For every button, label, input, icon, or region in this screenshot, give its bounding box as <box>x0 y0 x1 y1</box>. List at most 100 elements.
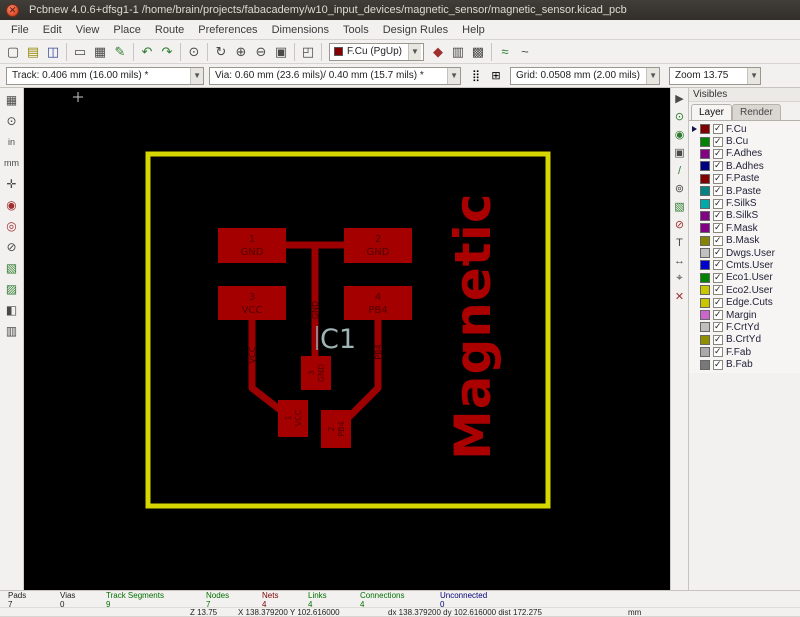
layer-color-swatch[interactable] <box>700 297 710 308</box>
layer-row-fcu[interactable]: F.Cu <box>691 123 800 135</box>
layer-color-swatch[interactable] <box>700 136 710 147</box>
zoom-dropdown[interactable]: Zoom 13.75 ▼ <box>669 66 761 85</box>
layer-row-fsilks[interactable]: F.SilkS <box>691 197 800 209</box>
close-button-icon[interactable]: ✕ <box>6 3 19 17</box>
menu-tools[interactable]: Tools <box>336 22 376 38</box>
layer-row-badhes[interactable]: B.Adhes <box>691 160 800 172</box>
layer-row-cmtsuser[interactable]: Cmts.User <box>691 259 800 271</box>
layer-visibility-checkbox[interactable] <box>713 173 723 184</box>
layer-visibility-checkbox[interactable] <box>713 160 723 172</box>
layer-visibility-checkbox[interactable] <box>713 222 723 234</box>
via-size-dropdown[interactable]: Via: 0.60 mm (23.6 mils)/ 0.40 mm (15.7 … <box>209 66 461 85</box>
route-track-icon[interactable]: / <box>671 162 688 179</box>
track-width-dropdown[interactable]: Track: 0.406 mm (16.00 mils) * ▼ <box>6 66 204 85</box>
print-icon[interactable]: ▦ <box>90 42 110 62</box>
show-zones-icon[interactable]: ▧ <box>2 258 22 278</box>
layer-visibility-checkbox[interactable] <box>713 259 723 271</box>
save-board-icon[interactable]: ◫ <box>43 42 63 62</box>
layer-visibility-checkbox[interactable] <box>713 309 723 321</box>
polar-coords-icon[interactable]: ⊙ <box>2 111 22 131</box>
pad-bottom-2-pb4[interactable] <box>321 410 351 448</box>
high-contrast-icon[interactable]: ◧ <box>2 300 22 320</box>
grid-axes-icon[interactable]: ⊞ <box>486 66 506 86</box>
grid-size-dropdown[interactable]: Grid: 0.0508 mm (2.00 mils) ▼ <box>510 66 660 85</box>
layer-row-bfab[interactable]: B.Fab <box>691 358 800 370</box>
layer-row-fmask[interactable]: F.Mask <box>691 222 800 234</box>
zones-outline-icon[interactable]: ▨ <box>2 279 22 299</box>
layer-row-edgecuts[interactable]: Edge.Cuts <box>691 296 800 308</box>
component-reference-text[interactable]: C1 <box>320 324 356 355</box>
layer-visibility-checkbox[interactable] <box>713 272 723 283</box>
units-mm-icon[interactable]: mm <box>2 153 22 173</box>
layer-visibility-checkbox[interactable] <box>713 284 723 296</box>
layer-color-swatch[interactable] <box>700 198 710 209</box>
add-keepout-icon[interactable]: ⊘ <box>671 216 688 233</box>
layer-color-swatch[interactable] <box>700 322 710 333</box>
layer-color-swatch[interactable] <box>700 186 710 197</box>
track-mode-icon[interactable]: ≈ <box>495 42 515 62</box>
layer-row-bcu[interactable]: B.Cu <box>691 135 800 147</box>
layer-row-bcrtyd[interactable]: B.CrtYd <box>691 334 800 346</box>
units-inch-icon[interactable]: in <box>2 132 22 152</box>
layer-color-swatch[interactable] <box>700 210 710 221</box>
add-via-icon[interactable]: ⊚ <box>671 180 688 197</box>
pad-bottom-1-vcc[interactable] <box>278 400 308 437</box>
menu-dimensions[interactable]: Dimensions <box>265 22 336 38</box>
zoom-in-icon[interactable]: ⊕ <box>231 42 251 62</box>
layer-row-ffab[interactable]: F.Fab <box>691 346 800 358</box>
menu-file[interactable]: File <box>4 22 36 38</box>
copper-traces[interactable] <box>248 241 382 428</box>
zoom-fit-icon[interactable]: ▣ <box>271 42 291 62</box>
layer-color-swatch[interactable] <box>700 248 710 259</box>
ratsnest-icon[interactable]: ◉ <box>2 195 22 215</box>
menu-help[interactable]: Help <box>455 22 492 38</box>
pad-center-3-gnd[interactable] <box>301 356 331 390</box>
footprint-editor-icon[interactable]: ◰ <box>298 42 318 62</box>
tab-render[interactable]: Render <box>732 104 781 120</box>
layer-row-fcrtyd[interactable]: F.CrtYd <box>691 321 800 333</box>
layer-row-bmask[interactable]: B.Mask <box>691 235 800 247</box>
menu-route[interactable]: Route <box>148 22 191 38</box>
new-board-icon[interactable]: ▢ <box>3 42 23 62</box>
layer-color-swatch[interactable] <box>700 148 710 159</box>
layer-row-bsilks[interactable]: B.SilkS <box>691 210 800 222</box>
menu-design-rules[interactable]: Design Rules <box>376 22 455 38</box>
module-mode-icon[interactable]: ▩ <box>468 42 488 62</box>
tab-layer[interactable]: Layer <box>691 104 733 120</box>
trace-pb4[interactable] <box>338 299 382 428</box>
layer-row-fadhes[interactable]: F.Adhes <box>691 148 800 160</box>
layers-manager-icon[interactable]: ▥ <box>448 42 468 62</box>
menu-edit[interactable]: Edit <box>36 22 69 38</box>
layer-row-margin[interactable]: Margin <box>691 309 800 321</box>
layer-visibility-checkbox[interactable] <box>713 359 723 370</box>
grid-visibility-icon[interactable]: ▦ <box>2 90 22 110</box>
redo-icon[interactable]: ↷ <box>157 42 177 62</box>
layer-color-swatch[interactable] <box>700 124 710 135</box>
zoom-out-icon[interactable]: ⊖ <box>251 42 271 62</box>
layer-selector-dropdown[interactable]: F.Cu (PgUp) ▼ <box>329 42 424 61</box>
layer-visibility-checkbox[interactable] <box>713 346 723 358</box>
layer-color-swatch[interactable] <box>700 161 710 172</box>
add-footprint-icon[interactable]: ▣ <box>671 144 688 161</box>
microwave-icon[interactable]: ~ <box>515 42 535 62</box>
find-icon[interactable]: ⊙ <box>184 42 204 62</box>
layer-visibility-checkbox[interactable] <box>713 297 723 308</box>
add-dimension-icon[interactable]: ↔ <box>671 252 688 269</box>
delete-item-icon[interactable]: ✕ <box>671 288 688 305</box>
menu-preferences[interactable]: Preferences <box>191 22 264 38</box>
drc-icon[interactable]: ◆ <box>428 42 448 62</box>
plot-icon[interactable]: ✎ <box>110 42 130 62</box>
grid-dots-icon[interactable]: ⣿ <box>466 66 486 86</box>
add-text-icon[interactable]: T <box>671 234 688 251</box>
layer-color-swatch[interactable] <box>700 359 710 370</box>
menu-view[interactable]: View <box>69 22 107 38</box>
zoom-redraw-icon[interactable]: ↻ <box>211 42 231 62</box>
layer-visibility-checkbox[interactable] <box>713 321 723 333</box>
layer-visibility-checkbox[interactable] <box>713 123 723 135</box>
pcb-canvas[interactable]: 1 GND 2 GND 3 VCC 4 PB4 3 GND 1 VCC 2 PB… <box>24 88 670 590</box>
layer-row-eco2user[interactable]: Eco2.User <box>691 284 800 296</box>
local-ratsnest-icon[interactable]: ◉ <box>671 126 688 143</box>
layer-color-swatch[interactable] <box>700 310 710 321</box>
layer-visibility-checkbox[interactable] <box>713 235 723 246</box>
auto-delete-track-icon[interactable]: ⊘ <box>2 237 22 257</box>
